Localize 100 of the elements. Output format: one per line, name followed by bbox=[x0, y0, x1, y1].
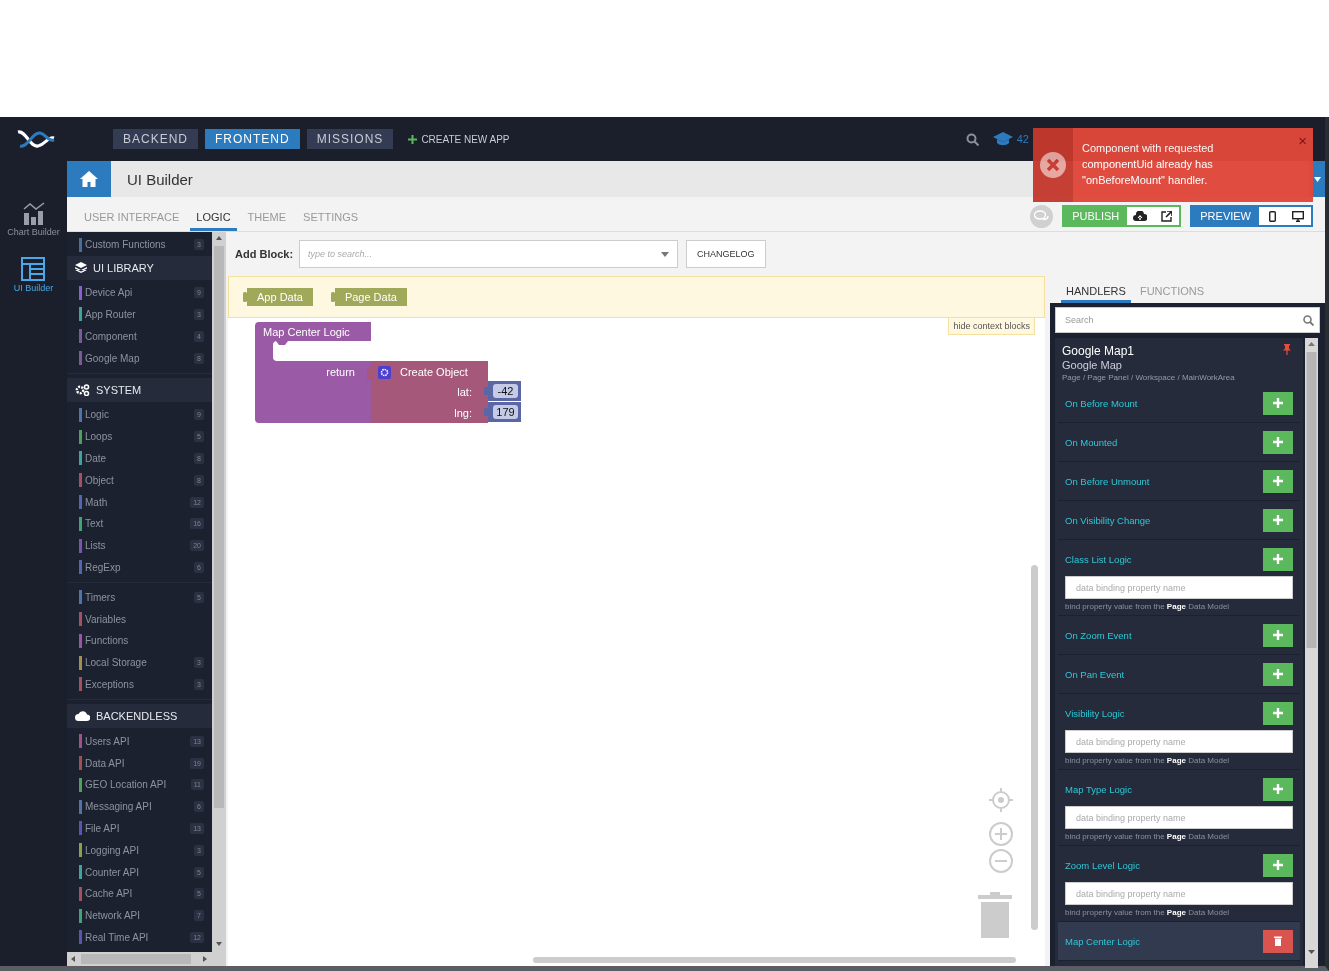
handler-link[interactable]: On Zoom Event bbox=[1065, 629, 1132, 641]
rail-item[interactable]: UI Builder bbox=[13, 257, 54, 293]
add-handler-button[interactable] bbox=[1263, 777, 1293, 801]
page-title: UI Builder bbox=[127, 170, 193, 188]
mobile-preview-button[interactable] bbox=[1259, 207, 1285, 225]
add-block-label: Add Block: bbox=[235, 248, 294, 260]
desktop-preview-button[interactable] bbox=[1285, 207, 1311, 225]
binding-hint: bind property value from the Page Data Model bbox=[1065, 831, 1231, 843]
gear-icon bbox=[378, 366, 391, 379]
handler-row[interactable]: On Visibility Change bbox=[1058, 501, 1300, 540]
add-handler-button[interactable] bbox=[1263, 662, 1293, 686]
home-icon bbox=[80, 171, 98, 187]
nav-tab[interactable]: BACKEND bbox=[113, 129, 198, 149]
pin-icon[interactable] bbox=[1283, 344, 1291, 355]
plus-icon bbox=[1273, 476, 1283, 486]
number-field[interactable]: -42 bbox=[493, 384, 518, 398]
error-icon bbox=[1040, 152, 1066, 178]
bar-chart-icon bbox=[21, 201, 46, 225]
handler-row[interactable]: On Mounted bbox=[1058, 423, 1300, 462]
plus-icon bbox=[1273, 554, 1283, 564]
block-title: Map Center Logic bbox=[263, 326, 350, 338]
external-link-icon bbox=[1160, 210, 1172, 222]
handler-link[interactable]: Visibility Logic bbox=[1065, 707, 1125, 719]
handler-link[interactable]: Map Type Logic bbox=[1065, 783, 1132, 795]
upload-button[interactable] bbox=[1127, 207, 1154, 225]
handler-link[interactable]: On Before Unmount bbox=[1065, 475, 1150, 487]
gears-icon bbox=[75, 384, 90, 396]
nav-tab[interactable]: MISSIONS bbox=[306, 129, 394, 149]
handler-row[interactable]: On Before Mount bbox=[1058, 384, 1300, 423]
block-search-field[interactable]: type to search... bbox=[299, 240, 679, 268]
binding-hint: bind property value from the Page Data Model bbox=[1065, 601, 1231, 613]
component-path: Page / Page Panel / Workspace / MainWorkArea bbox=[1062, 372, 1236, 384]
add-handler-button[interactable] bbox=[1263, 430, 1293, 454]
binding-field[interactable]: data binding property name bbox=[1065, 576, 1293, 599]
graduation-cap-icon bbox=[992, 132, 1013, 146]
add-handler-button[interactable] bbox=[1263, 623, 1293, 647]
add-handler-button[interactable] bbox=[1263, 701, 1293, 725]
rail-item[interactable]: Chart Builder bbox=[7, 201, 60, 237]
component-type: Google Map bbox=[1062, 359, 1123, 372]
handler-row[interactable]: Visibility Logic data binding property name bind property value from the Page Data Model bbox=[1058, 694, 1300, 770]
add-handler-button[interactable] bbox=[1263, 547, 1293, 571]
plus-icon bbox=[1273, 708, 1283, 718]
handler-link[interactable]: On Before Mount bbox=[1065, 397, 1138, 409]
handler-link[interactable]: Map Center Logic bbox=[1065, 935, 1140, 947]
handler-row[interactable]: On Pan Event bbox=[1058, 655, 1300, 694]
block-category[interactable]: Variables bbox=[67, 608, 212, 630]
open-external-button[interactable] bbox=[1153, 207, 1180, 225]
binding-field[interactable]: data binding property name bbox=[1065, 882, 1293, 905]
points-count: 42 bbox=[1016, 133, 1029, 145]
add-handler-button[interactable] bbox=[1263, 853, 1293, 877]
caret-icon bbox=[1313, 176, 1321, 182]
field-label: lat: bbox=[457, 386, 472, 398]
chat-icon bbox=[1034, 210, 1050, 222]
cloud-icon bbox=[75, 711, 90, 722]
handler-link[interactable]: On Mounted bbox=[1065, 436, 1118, 448]
plus-icon bbox=[1273, 630, 1283, 640]
plus-icon bbox=[408, 134, 418, 144]
handler-row[interactable]: Map Type Logic data binding property name bind property value from the Page Data Model bbox=[1058, 770, 1300, 846]
section-title: SYSTEM bbox=[96, 384, 142, 396]
binding-field[interactable]: data binding property name bbox=[1065, 730, 1293, 753]
monitor-icon bbox=[1292, 210, 1304, 222]
home-button[interactable] bbox=[67, 161, 111, 197]
phone-icon bbox=[1268, 210, 1276, 222]
plus-icon bbox=[1273, 784, 1283, 794]
function-block[interactable] bbox=[255, 322, 371, 423]
handler-link[interactable]: Class List Logic bbox=[1065, 553, 1132, 565]
plus-icon bbox=[1273, 860, 1283, 870]
plus-icon bbox=[1273, 398, 1283, 408]
handler-row[interactable]: Zoom Level Logic data binding property name bind property value from the Page Data Model bbox=[1058, 846, 1300, 922]
add-handler-button[interactable] bbox=[1263, 391, 1293, 415]
handler-row[interactable]: On Before Unmount bbox=[1058, 462, 1300, 501]
add-handler-button[interactable] bbox=[1263, 469, 1293, 493]
handler-link[interactable]: Zoom Level Logic bbox=[1065, 859, 1140, 871]
object-block[interactable] bbox=[367, 361, 488, 423]
nav-tab[interactable]: FRONTEND bbox=[205, 129, 300, 149]
block-category[interactable]: Functions bbox=[67, 629, 212, 652]
create-app-button[interactable]: CREATE NEW APP bbox=[408, 133, 510, 145]
handler-link[interactable]: On Pan Event bbox=[1065, 668, 1125, 680]
handler-row[interactable]: On Zoom Event bbox=[1058, 616, 1300, 655]
binding-hint: bind property value from the Page Data Model bbox=[1065, 907, 1231, 919]
scrollbar[interactable] bbox=[533, 957, 1016, 963]
hide-context-link[interactable]: hide context blocks bbox=[948, 318, 1035, 335]
binding-field[interactable]: data binding property name bbox=[1065, 806, 1293, 829]
plus-icon bbox=[1273, 669, 1283, 679]
add-handler-button[interactable] bbox=[1263, 508, 1293, 532]
trash-icon bbox=[1274, 936, 1282, 946]
number-field[interactable]: 179 bbox=[493, 405, 518, 419]
plus-icon bbox=[1273, 437, 1283, 447]
search-icon bbox=[1303, 315, 1314, 326]
delete-handler-button[interactable] bbox=[1263, 929, 1293, 953]
changelog-button[interactable]: CHANGELOG bbox=[686, 240, 766, 268]
block-title: Create Object bbox=[400, 366, 468, 378]
handler-link[interactable]: On Visibility Change bbox=[1065, 514, 1151, 526]
handler-search-field[interactable]: Search bbox=[1055, 307, 1320, 333]
logo-icon bbox=[16, 128, 56, 150]
preview-button[interactable]: PREVIEW bbox=[1192, 207, 1259, 225]
handler-row[interactable]: Map Center Logic bbox=[1058, 922, 1300, 961]
handler-row[interactable]: Class List Logic data binding property name bind property value from the Page Data Model bbox=[1058, 540, 1300, 616]
section-title: BACKENDLESS bbox=[96, 710, 178, 723]
scrollbar[interactable] bbox=[1031, 565, 1038, 930]
